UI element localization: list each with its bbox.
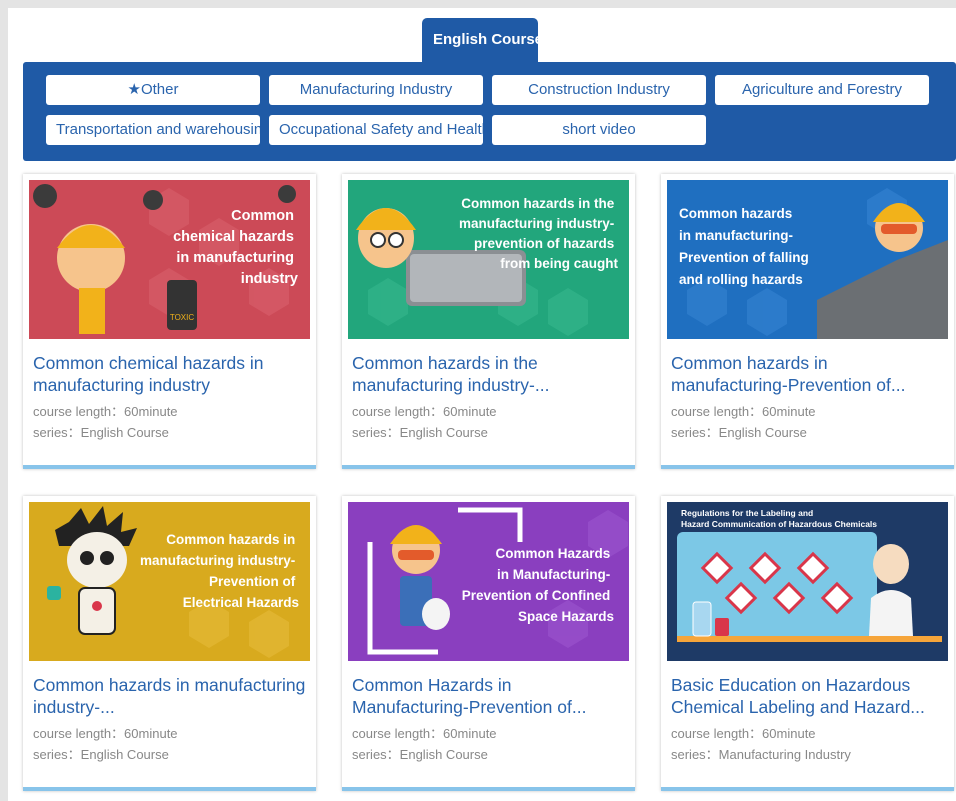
category-transportation-warehousing[interactable]: Transportation and warehousing bbox=[46, 115, 260, 145]
category-agriculture-forestry[interactable]: Agriculture and Forestry bbox=[715, 75, 929, 105]
toxic-badge-text: TOXIC bbox=[170, 313, 195, 322]
thumb-text-line: industry bbox=[241, 271, 298, 287]
course-card[interactable]: Common hazards in manufacturing industry… bbox=[23, 496, 316, 791]
thumb-text-line: Regulations for the Labeling and bbox=[681, 508, 813, 518]
thumb-text-line: Hazard Communication of Hazardous Chemic… bbox=[681, 519, 877, 529]
category-short-video[interactable]: short video bbox=[492, 115, 706, 145]
course-card[interactable]: Common Hazards in Manufacturing- Prevent… bbox=[342, 496, 635, 791]
thumb-text-line: Common Hazards bbox=[495, 546, 610, 561]
course-length: course length：60minute bbox=[352, 404, 497, 419]
thumb-text-line: Common hazards bbox=[679, 206, 792, 221]
thumb-text-line: Prevention of bbox=[209, 574, 296, 589]
course-title[interactable]: Common chemical hazards in manufacturing… bbox=[33, 352, 307, 396]
thumb-text-line: Common hazards in bbox=[166, 532, 295, 547]
thumb-text-line: manufacturing industry- bbox=[459, 216, 614, 231]
thumb-text-line: in manufacturing- bbox=[679, 228, 793, 243]
thumb-text-line: in manufacturing bbox=[176, 250, 294, 266]
course-title[interactable]: Common hazards in the manufacturing indu… bbox=[352, 352, 626, 396]
course-length: course length：60minute bbox=[671, 726, 816, 741]
course-card[interactable]: Common hazards in the manufacturing indu… bbox=[342, 174, 635, 469]
category-construction-industry[interactable]: Construction Industry bbox=[492, 75, 706, 105]
course-series: series：English Course bbox=[352, 425, 488, 440]
thumb-text-line: Prevention of Confined bbox=[462, 588, 611, 603]
course-card[interactable]: Regulations for the Labeling and Hazard … bbox=[661, 496, 954, 791]
thumb-text-line: prevention of hazards bbox=[474, 236, 614, 251]
course-card[interactable]: TOXIC Common chemical hazards in manufac… bbox=[23, 174, 316, 469]
thumb-text-line: from being caught bbox=[500, 256, 618, 271]
course-thumbnail: Regulations for the Labeling and Hazard … bbox=[667, 502, 948, 661]
course-series: series：English Course bbox=[671, 425, 807, 440]
course-series: series：Manufacturing Industry bbox=[671, 747, 851, 762]
thumb-text-line: Common bbox=[231, 208, 294, 224]
thumb-text-line: and rolling hazards bbox=[679, 272, 803, 287]
thumb-text-line: Common hazards in the bbox=[461, 196, 615, 211]
course-series: series：English Course bbox=[33, 747, 169, 762]
course-title[interactable]: Common hazards in manufacturing industry… bbox=[33, 674, 307, 718]
course-title[interactable]: Common hazards in manufacturing-Preventi… bbox=[671, 352, 945, 396]
course-length: course length：60minute bbox=[33, 726, 178, 741]
course-thumbnail: TOXIC Common chemical hazards in manufac… bbox=[29, 180, 310, 339]
course-thumbnail: Common hazards in manufacturing- Prevent… bbox=[667, 180, 948, 339]
course-length: course length：60minute bbox=[671, 404, 816, 419]
page-scroll-gutter bbox=[0, 0, 8, 801]
tab-english-course[interactable]: English Course bbox=[422, 18, 538, 64]
course-series: series：English Course bbox=[33, 425, 169, 440]
category-panel: ★Other Manufacturing Industry Constructi… bbox=[23, 62, 956, 161]
course-page: English Course ★Other Manufacturing Indu… bbox=[8, 8, 956, 801]
thumb-text-line: Electrical Hazards bbox=[183, 595, 299, 610]
course-thumbnail: Common hazards in manufacturing industry… bbox=[29, 502, 310, 661]
course-thumbnail: Common Hazards in Manufacturing- Prevent… bbox=[348, 502, 629, 661]
course-series: series：English Course bbox=[352, 747, 488, 762]
course-length: course length：60minute bbox=[352, 726, 497, 741]
course-length: course length：60minute bbox=[33, 404, 178, 419]
course-title[interactable]: Basic Education on Hazardous Chemical La… bbox=[671, 674, 945, 718]
thumb-text-line: Space Hazards bbox=[518, 609, 614, 624]
category-occupational-safety-health[interactable]: Occupational Safety and Health bbox=[269, 115, 483, 145]
course-title[interactable]: Common Hazards in Manufacturing-Preventi… bbox=[352, 674, 626, 718]
category-manufacturing-industry[interactable]: Manufacturing Industry bbox=[269, 75, 483, 105]
thumb-text-line: Prevention of falling bbox=[679, 250, 809, 265]
course-card[interactable]: Common hazards in manufacturing- Prevent… bbox=[661, 174, 954, 469]
course-thumbnail: Common hazards in the manufacturing indu… bbox=[348, 180, 629, 339]
thumb-text-line: manufacturing industry- bbox=[140, 553, 295, 568]
category-other[interactable]: ★Other bbox=[46, 75, 260, 105]
thumb-text-line: chemical hazards bbox=[173, 229, 294, 245]
thumb-text-line: in Manufacturing- bbox=[497, 567, 610, 582]
